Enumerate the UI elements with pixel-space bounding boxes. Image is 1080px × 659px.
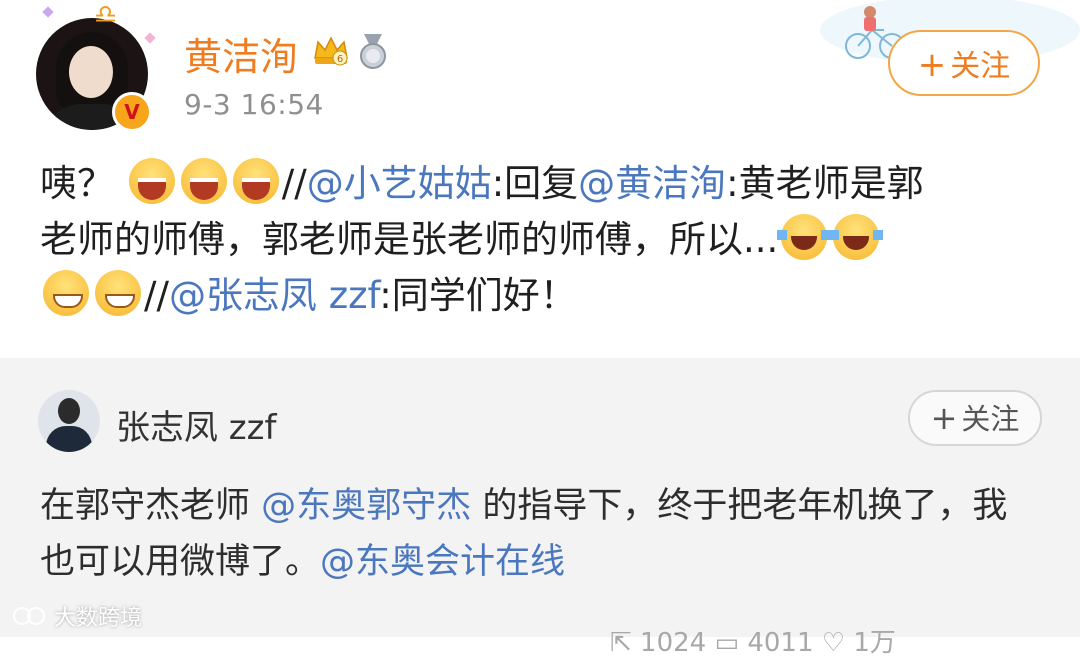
repost-author-avatar[interactable] bbox=[38, 390, 100, 452]
repost-content: 在郭守杰老师 @东奥郭守杰 的指导下，终于把老年机换了，我也可以用微博了。@东奥… bbox=[40, 478, 1040, 590]
text-segment: 咦？ bbox=[40, 162, 114, 205]
sparkle-icon bbox=[42, 6, 54, 18]
grin-emoji-icon bbox=[232, 158, 279, 204]
watermark-logo-icon bbox=[13, 607, 45, 625]
crown-level-icon: 6 bbox=[314, 36, 348, 66]
text-segment: // bbox=[144, 274, 169, 317]
text-segment: :同学们好！ bbox=[379, 274, 577, 317]
zodiac-libra-icon: ♎ bbox=[94, 0, 118, 30]
text-segment: 在郭守杰老师 bbox=[40, 486, 251, 526]
mention-link[interactable]: @张志凤 zzf bbox=[169, 274, 379, 317]
text-segment: // bbox=[281, 162, 307, 205]
post-line: 咦？ //@小艺姑姑:回复@黄洁洵:黄老师是郭 bbox=[40, 156, 1040, 212]
mention-link[interactable]: @黄洁洵 bbox=[578, 162, 726, 205]
repost-stats: ⇱ 1024 ▭ 4011 ♡ 1万 bbox=[610, 628, 896, 658]
svg-text:6: 6 bbox=[337, 54, 343, 65]
verified-v-icon: V bbox=[112, 92, 152, 132]
text-segment: :回复 bbox=[491, 162, 579, 205]
text-segment: :黄老师是郭 bbox=[726, 162, 924, 205]
post-timestamp: 9-3 16:54 bbox=[184, 88, 324, 121]
medal-icon bbox=[360, 34, 386, 69]
text-segment: 老师的师傅，郭老师是张老师的师傅，所以... bbox=[40, 218, 779, 261]
laugh-tears-emoji-icon bbox=[777, 214, 832, 260]
repost-follow-button[interactable]: + 关注 bbox=[908, 390, 1042, 446]
author-name[interactable]: 黄洁洵 bbox=[184, 26, 298, 81]
mention-link[interactable]: @小艺姑姑 bbox=[307, 162, 492, 205]
grin-emoji-icon bbox=[128, 158, 175, 204]
plus-icon: + bbox=[930, 399, 958, 437]
grin-emoji-icon bbox=[180, 158, 227, 204]
mention-link[interactable]: @东奥会计在线 bbox=[320, 542, 565, 582]
watermark-text: 大数跨境 bbox=[54, 606, 143, 631]
post-line: 老师的师傅，郭老师是张老师的师傅，所以... bbox=[40, 212, 1040, 268]
repost-author-name[interactable]: 张志凤 zzf bbox=[116, 400, 276, 449]
post-content: 咦？ //@小艺姑姑:回复@黄洁洵:黄老师是郭 老师的师傅，郭老师是张老师的师傅… bbox=[40, 156, 1040, 324]
follow-button[interactable]: + 关注 bbox=[888, 30, 1040, 96]
follow-label: 关注 bbox=[961, 402, 1020, 436]
plus-icon: + bbox=[917, 45, 947, 85]
laugh-tears-emoji-icon bbox=[829, 214, 884, 260]
follow-label: 关注 bbox=[950, 49, 1011, 84]
mention-link[interactable]: @东奥郭守杰 bbox=[261, 486, 471, 526]
smirk-emoji-icon bbox=[43, 270, 89, 316]
smirk-emoji-icon bbox=[95, 270, 141, 316]
post-line: //@张志凤 zzf:同学们好！ bbox=[40, 268, 1040, 324]
